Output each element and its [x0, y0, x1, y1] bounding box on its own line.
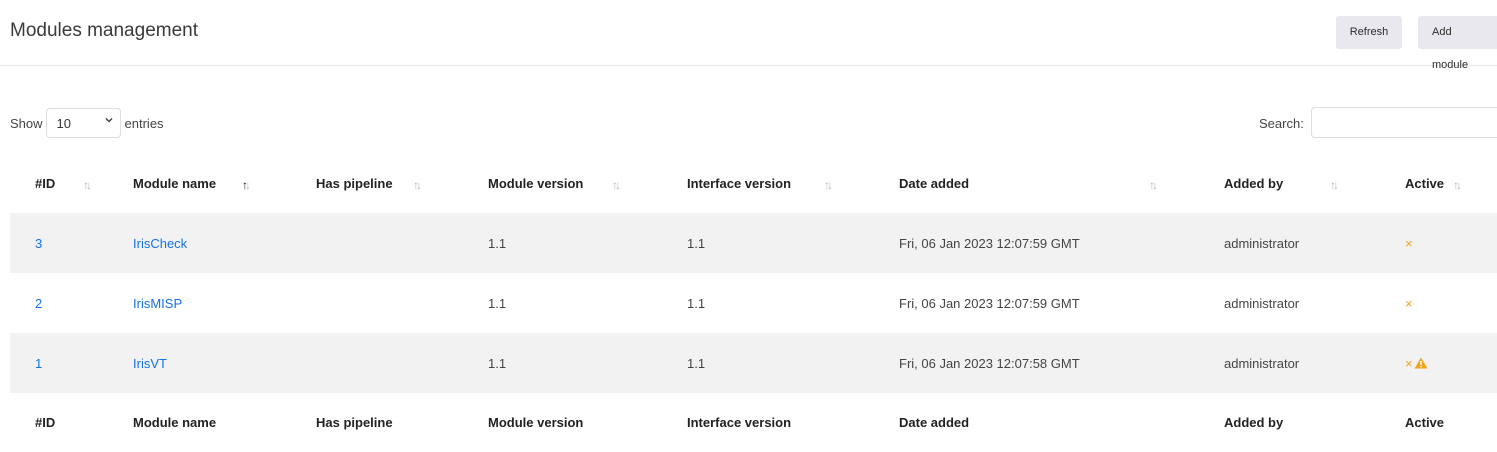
table-row: 3 IrisCheck 1.1 1.1 Fri, 06 Jan 2023 12:… [10, 213, 1497, 273]
entries-select[interactable]: 10 [45, 108, 121, 138]
sort-arrows-icon: ↑↓ [1453, 178, 1462, 192]
table-row: 1 IrisVT 1.1 1.1 Fri, 06 Jan 2023 12:07:… [10, 333, 1497, 393]
cell-added-by: administrator [1199, 273, 1380, 333]
module-id-link[interactable]: 1 [35, 356, 42, 371]
cell-module-version: 1.1 [463, 213, 662, 273]
times-icon: × [1405, 295, 1413, 311]
cell-added-by: administrator [1199, 333, 1380, 393]
column-header-module-name[interactable]: Module name ↑↓ [108, 153, 291, 213]
cell-interface-version: 1.1 [662, 333, 874, 393]
cell-active: × [1380, 213, 1497, 273]
module-name-link[interactable]: IrisVT [133, 356, 167, 371]
entries-label: entries [124, 115, 164, 131]
sort-arrows-icon: ↑↓ [242, 178, 251, 192]
footer-id: #ID [35, 415, 56, 430]
cell-module-name: IrisCheck [108, 213, 291, 273]
sort-arrows-icon: ↑↓ [1149, 178, 1158, 192]
sort-arrows-icon: ↑↓ [612, 178, 621, 192]
footer-module-name: Module name [133, 415, 217, 430]
modules-table: #ID ↑↓ Module name ↑↓ Has pipeline ↑↓ Modul… [10, 153, 1497, 452]
add-module-button[interactable]: Add module [1418, 16, 1497, 71]
table-footer-row: #ID Module name Has pipeline Module vers… [10, 393, 1497, 452]
cell-added-by: administrator [1199, 213, 1380, 273]
column-header-interface-version[interactable]: Interface version ↑↓ [662, 153, 874, 213]
column-header-date-added[interactable]: Date added ↑↓ [874, 153, 1199, 213]
refresh-button[interactable]: Refresh [1336, 16, 1402, 49]
column-header-id[interactable]: #ID ↑↓ [10, 153, 108, 213]
module-name-link[interactable]: IrisCheck [133, 236, 187, 251]
entries-select-value: 10 [56, 116, 71, 131]
cell-module-name: IrisMISP [108, 273, 291, 333]
column-header-added-by[interactable]: Added by ↑↓ [1199, 153, 1380, 213]
column-header-active[interactable]: Active ↑↓ [1380, 153, 1497, 213]
page-title: Modules management [10, 20, 198, 41]
footer-active: Active [1405, 415, 1445, 430]
show-label: Show [10, 115, 43, 131]
sort-arrows-icon: ↑↓ [824, 178, 833, 192]
times-icon: × [1405, 235, 1413, 251]
cell-id: 3 [10, 213, 108, 273]
table-header-row: #ID ↑↓ Module name ↑↓ Has pipeline ↑↓ Modul… [10, 153, 1497, 213]
cell-module-version: 1.1 [463, 273, 662, 333]
cell-id: 1 [10, 333, 108, 393]
entries-length-control: Show 10 entries [10, 108, 164, 138]
sort-arrows-icon: ↑↓ [1330, 178, 1339, 192]
sort-arrows-icon: ↑↓ [83, 178, 92, 192]
footer-has-pipeline: Has pipeline [316, 415, 393, 430]
cell-module-name: IrisVT [108, 333, 291, 393]
cell-id: 2 [10, 273, 108, 333]
column-header-has-pipeline[interactable]: Has pipeline ↑↓ [291, 153, 463, 213]
cell-module-version: 1.1 [463, 333, 662, 393]
chevron-down-icon [104, 115, 114, 128]
column-header-module-version[interactable]: Module version ↑↓ [463, 153, 662, 213]
warning-triangle-icon[interactable] [1414, 357, 1428, 369]
module-id-link[interactable]: 2 [35, 296, 42, 311]
sort-arrows-icon: ↑↓ [413, 178, 422, 192]
page-header: Modules management Refresh Add module [0, 0, 1497, 71]
cell-date-added: Fri, 06 Jan 2023 12:07:59 GMT [874, 273, 1199, 333]
cell-has-pipeline [291, 273, 463, 333]
footer-interface-version: Interface version [687, 415, 792, 430]
search-label: Search: [1259, 116, 1304, 131]
module-name-link[interactable]: IrisMISP [133, 296, 182, 311]
footer-added-by: Added by [1224, 415, 1284, 430]
cell-interface-version: 1.1 [662, 213, 874, 273]
times-icon: × [1405, 355, 1413, 371]
cell-date-added: Fri, 06 Jan 2023 12:07:58 GMT [874, 333, 1199, 393]
module-id-link[interactable]: 3 [35, 236, 42, 251]
table-row: 2 IrisMISP 1.1 1.1 Fri, 06 Jan 2023 12:0… [10, 273, 1497, 333]
cell-date-added: Fri, 06 Jan 2023 12:07:59 GMT [874, 213, 1199, 273]
cell-has-pipeline [291, 213, 463, 273]
cell-interface-version: 1.1 [662, 273, 874, 333]
cell-active: × [1380, 273, 1497, 333]
footer-date-added: Date added [899, 415, 970, 430]
search-input[interactable] [1311, 107, 1497, 138]
footer-module-version: Module version [488, 415, 584, 430]
cell-active: × [1380, 333, 1497, 393]
cell-has-pipeline [291, 333, 463, 393]
